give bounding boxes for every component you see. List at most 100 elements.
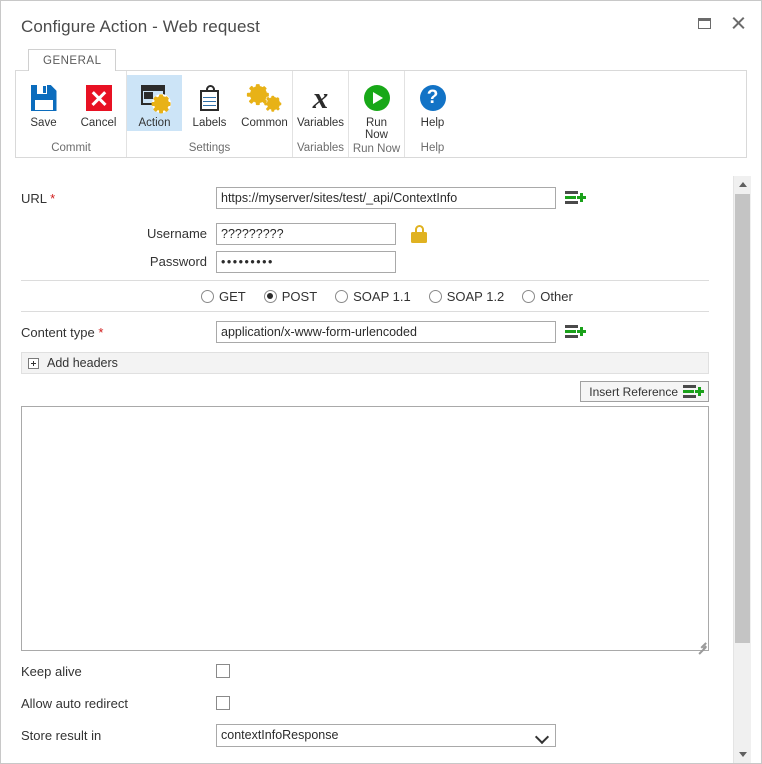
cancel-button[interactable]: Cancel: [71, 75, 126, 131]
username-row: Username: [1, 220, 729, 247]
allow-auto-redirect-label: Allow auto redirect: [21, 695, 128, 711]
save-button[interactable]: Save: [16, 75, 71, 131]
action-button[interactable]: Action: [127, 75, 182, 131]
insert-reference-icon: [683, 384, 704, 399]
insert-reference-label: Insert Reference: [589, 384, 678, 399]
insert-reference-button[interactable]: Insert Reference: [580, 381, 709, 402]
labels-button[interactable]: Labels: [182, 75, 237, 131]
common-gears-icon: [247, 81, 282, 115]
content-type-required-marker: *: [98, 324, 104, 340]
radio-other-indicator: [522, 289, 536, 303]
radio-other[interactable]: Other: [522, 289, 573, 304]
scroll-up-button[interactable]: [734, 176, 751, 193]
close-button[interactable]: [721, 9, 755, 37]
username-input[interactable]: [216, 222, 396, 245]
url-label: URL *: [21, 190, 56, 206]
resize-grip-icon[interactable]: [694, 636, 707, 655]
common-button[interactable]: Common: [237, 75, 292, 131]
store-result-in-select[interactable]: contextInfoResponse: [216, 723, 556, 747]
ribbon-group-label-run-now: Run Now: [352, 143, 401, 155]
configure-action-window: Configure Action - Web request GENERAL S…: [0, 0, 762, 764]
url-row: URL *: [1, 176, 729, 220]
close-icon: [731, 16, 745, 30]
window-title: Configure Action - Web request: [21, 17, 260, 36]
help-label: Help: [420, 117, 445, 129]
keep-alive-checkbox[interactable]: [216, 664, 230, 678]
triangle-down-icon: [738, 752, 747, 757]
right-edge-filler: [751, 176, 761, 763]
store-result-in-label: Store result in: [21, 727, 102, 743]
radio-soap-11[interactable]: SOAP 1.1: [335, 289, 411, 304]
request-body-textarea[interactable]: [21, 406, 709, 655]
add-headers-label: Add headers: [47, 356, 118, 370]
ribbon-group-label-variables: Variables: [296, 142, 345, 154]
cancel-x-icon: [85, 81, 112, 115]
content-type-insert-reference-icon[interactable]: [565, 325, 586, 339]
tab-strip: GENERAL: [28, 45, 761, 71]
run-now-label-line1: Run: [365, 117, 388, 129]
run-now-label-line2: Now: [364, 129, 388, 141]
form-scroll-area: URL * Username Password: [1, 176, 729, 763]
radio-soap-11-indicator: [335, 289, 349, 303]
lock-icon: [411, 224, 427, 243]
password-input[interactable]: [216, 250, 396, 273]
content-type-label: Content type *: [21, 324, 104, 340]
variables-x-icon: x: [312, 80, 329, 115]
ribbon-group-label-commit: Commit: [51, 142, 91, 154]
radio-get[interactable]: GET: [201, 289, 246, 304]
help-question-icon: ?: [419, 81, 446, 115]
run-now-button[interactable]: Run Now: [349, 75, 404, 143]
vertical-scrollbar[interactable]: [733, 176, 751, 763]
triangle-up-icon: [738, 182, 747, 187]
action-label: Action: [138, 117, 171, 129]
ribbon-group-variables: x Variables Variables: [293, 71, 349, 157]
help-button[interactable]: ? Help: [405, 75, 460, 131]
radio-post-indicator: [263, 289, 277, 303]
ribbon-group-settings: Action Labels Common Settings: [127, 71, 293, 157]
insert-reference-row: Insert Reference: [1, 374, 729, 406]
action-window-gear-icon: [140, 81, 171, 115]
ribbon-group-help: ? Help Help: [405, 71, 460, 157]
keep-alive-label: Keep alive: [21, 663, 82, 679]
expand-plus-icon[interactable]: [28, 357, 39, 369]
maximize-icon: [697, 17, 711, 29]
save-floppy-icon: [30, 81, 57, 115]
variables-label: Variables: [296, 117, 345, 129]
run-play-icon: [363, 81, 390, 115]
form-content: URL * Username Password: [1, 176, 761, 763]
save-label: Save: [30, 117, 57, 129]
ribbon-group-run-now: Run Now Run Now: [349, 71, 405, 157]
labels-label: Labels: [192, 117, 227, 129]
ribbon-toolbar: Save Cancel Commit Action Labels Common …: [15, 70, 747, 158]
url-input[interactable]: [216, 187, 556, 209]
common-label: Common: [241, 117, 288, 129]
radio-soap-12-indicator: [428, 289, 442, 303]
radio-post[interactable]: POST: [263, 289, 317, 304]
labels-tag-icon: [198, 81, 222, 115]
ribbon-group-commit: Save Cancel Commit: [16, 71, 127, 157]
allow-auto-redirect-row: Allow auto redirect: [1, 687, 729, 719]
window-controls: [687, 9, 755, 37]
password-label: Password: [149, 254, 207, 269]
radio-soap-12[interactable]: SOAP 1.2: [428, 289, 504, 304]
add-headers-section[interactable]: Add headers: [21, 352, 709, 374]
http-method-radios: GET POST SOAP 1.1 SOAP 1.2 Other: [1, 281, 729, 311]
scroll-down-button[interactable]: [734, 746, 751, 763]
allow-auto-redirect-checkbox[interactable]: [216, 696, 230, 710]
tab-general[interactable]: GENERAL: [28, 49, 117, 71]
title-bar: Configure Action - Web request: [1, 1, 761, 45]
password-row: Password: [1, 247, 729, 276]
scrollbar-thumb[interactable]: [735, 194, 750, 643]
url-required-marker: *: [50, 190, 56, 206]
cancel-label: Cancel: [80, 117, 117, 129]
store-result-in-row: Store result in contextInfoResponse: [1, 719, 729, 751]
url-insert-reference-icon[interactable]: [565, 191, 586, 205]
maximize-button[interactable]: [687, 9, 721, 37]
keep-alive-row: Keep alive: [1, 655, 729, 687]
ribbon-group-label-help: Help: [420, 142, 445, 154]
variables-button[interactable]: x Variables: [293, 75, 348, 131]
content-type-row: Content type *: [1, 312, 729, 352]
radio-get-indicator: [201, 289, 214, 303]
content-type-input[interactable]: [216, 321, 556, 343]
username-label: Username: [147, 226, 207, 241]
